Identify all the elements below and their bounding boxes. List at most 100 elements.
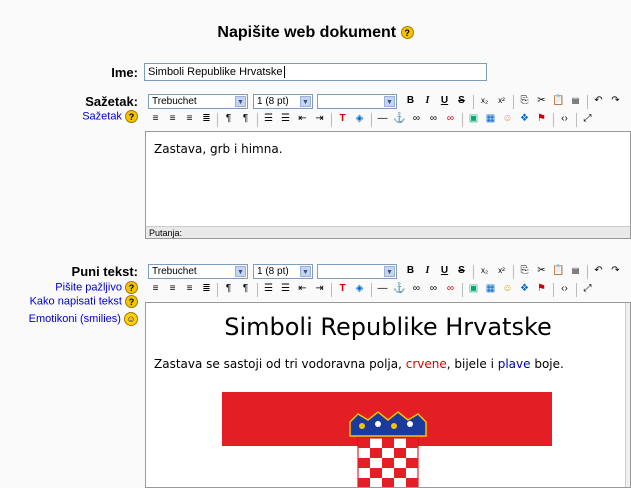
superscript-icon[interactable]: x² — [494, 93, 509, 108]
italic-button[interactable]: I — [420, 93, 435, 108]
align-right-icon[interactable]: ≡ — [182, 281, 197, 296]
align-right-icon[interactable]: ≡ — [182, 111, 197, 126]
redo-icon[interactable]: ↷ — [608, 93, 623, 108]
strike-button[interactable]: S — [454, 93, 469, 108]
clean-word-icon[interactable]: ▤ — [568, 263, 583, 278]
special-char-icon[interactable]: ❖ — [517, 281, 532, 296]
align-center-icon[interactable]: ≡ — [165, 281, 180, 296]
underline-button[interactable]: U — [437, 93, 452, 108]
ordered-list-icon[interactable]: ☰ — [261, 111, 276, 126]
unlink-icon[interactable]: ∞ — [426, 111, 441, 126]
summary-help-link[interactable]: Sažetak ? — [20, 110, 138, 123]
table-icon[interactable]: ▦ — [483, 281, 498, 296]
link-icon[interactable]: ∞ — [409, 281, 424, 296]
special-char-icon[interactable]: ❖ — [517, 111, 532, 126]
copy-icon[interactable]: ⎘ — [517, 93, 532, 108]
toolbar-separator — [331, 283, 332, 297]
fulltext-editor[interactable]: Simboli Republike Hrvatske Zastava se sa… — [145, 302, 631, 488]
fullscreen-icon[interactable]: ⤢ — [580, 111, 595, 126]
ordered-list-icon[interactable]: ☰ — [261, 281, 276, 296]
font-select[interactable]: Trebuchet ▼ — [148, 94, 248, 109]
strike-button[interactable]: S — [454, 263, 469, 278]
horizontal-rule-icon[interactable]: — — [375, 111, 390, 126]
bold-button[interactable]: B — [403, 263, 418, 278]
clean-word-icon[interactable]: ▤ — [568, 93, 583, 108]
redo-icon[interactable]: ↷ — [608, 263, 623, 278]
toolbar-separator — [587, 265, 588, 279]
help-link-smilies[interactable]: Emotikoni (smilies) ☺ — [0, 312, 138, 326]
dropdown-arrow-icon: ▼ — [235, 266, 246, 277]
image-icon[interactable]: ▣ — [466, 111, 481, 126]
table-icon[interactable]: ▦ — [483, 111, 498, 126]
fullscreen-icon[interactable]: ⤢ — [580, 281, 595, 296]
image-icon[interactable]: ▣ — [466, 281, 481, 296]
help-icon[interactable]: ? — [400, 26, 414, 40]
search-replace-icon[interactable]: ⚑ — [534, 111, 549, 126]
cut-icon[interactable]: ✂ — [534, 93, 549, 108]
cut-icon[interactable]: ✂ — [534, 263, 549, 278]
help-link-howto[interactable]: Kako napisati tekst ? — [0, 295, 138, 308]
justify-icon[interactable]: ≣ — [199, 111, 214, 126]
toolbar-separator — [217, 113, 218, 127]
copy-icon[interactable]: ⎘ — [517, 263, 532, 278]
summary-editor[interactable]: Zastava, grb i himna. — [145, 131, 631, 227]
size-select[interactable]: 1 (8 pt) ▼ — [253, 94, 313, 109]
background-color-icon[interactable]: ◈ — [352, 281, 367, 296]
text-color-icon[interactable]: T — [335, 281, 350, 296]
align-center-icon[interactable]: ≡ — [165, 111, 180, 126]
bold-button[interactable]: B — [403, 93, 418, 108]
background-color-icon[interactable]: ◈ — [352, 111, 367, 126]
outdent-icon[interactable]: ⇤ — [295, 111, 310, 126]
subscript-icon[interactable]: x₂ — [477, 93, 492, 108]
paste-icon[interactable]: 📋 — [551, 263, 566, 278]
horizontal-rule-icon[interactable]: — — [375, 281, 390, 296]
insert-smiley-icon[interactable]: ☺ — [500, 111, 515, 126]
superscript-icon[interactable]: x² — [494, 263, 509, 278]
nolink-icon[interactable]: ∞ — [443, 111, 458, 126]
underline-button[interactable]: U — [437, 263, 452, 278]
ltr-icon[interactable]: ¶ — [221, 281, 236, 296]
help-icon[interactable]: ? — [125, 281, 138, 294]
smiley-icon[interactable]: ☺ — [124, 312, 138, 326]
help-link-careful[interactable]: Pišite pažljivo ? — [0, 281, 138, 294]
nolink-icon[interactable]: ∞ — [443, 281, 458, 296]
justify-icon[interactable]: ≣ — [199, 281, 214, 296]
search-replace-icon[interactable]: ⚑ — [534, 281, 549, 296]
format-select[interactable]: ▼ — [317, 94, 397, 109]
unordered-list-icon[interactable]: ☰ — [278, 111, 293, 126]
name-input[interactable]: Simboli Republike Hrvatske — [144, 63, 487, 81]
align-left-icon[interactable]: ≡ — [148, 281, 163, 296]
toolbar-separator — [257, 113, 258, 127]
help-icon[interactable]: ? — [125, 110, 138, 123]
editor-scrollbar[interactable] — [625, 303, 630, 487]
toolbar-separator — [257, 283, 258, 297]
ltr-icon[interactable]: ¶ — [221, 111, 236, 126]
font-select[interactable]: Trebuchet ▼ — [148, 264, 248, 279]
indent-icon[interactable]: ⇥ — [312, 111, 327, 126]
unordered-list-icon[interactable]: ☰ — [278, 281, 293, 296]
dropdown-arrow-icon: ▼ — [235, 96, 246, 107]
insert-smiley-icon[interactable]: ☺ — [500, 281, 515, 296]
anchor-icon[interactable]: ⚓ — [392, 281, 407, 296]
undo-icon[interactable]: ↶ — [591, 263, 606, 278]
link-icon[interactable]: ∞ — [409, 111, 424, 126]
source-code-icon[interactable]: ‹› — [557, 111, 572, 126]
help-icon[interactable]: ? — [125, 295, 138, 308]
subscript-icon[interactable]: x₂ — [477, 263, 492, 278]
toolbar-separator — [217, 283, 218, 297]
source-code-icon[interactable]: ‹› — [557, 281, 572, 296]
coat-of-arms-shield — [357, 437, 419, 487]
undo-icon[interactable]: ↶ — [591, 93, 606, 108]
align-left-icon[interactable]: ≡ — [148, 111, 163, 126]
rtl-icon[interactable]: ¶ — [238, 281, 253, 296]
indent-icon[interactable]: ⇥ — [312, 281, 327, 296]
anchor-icon[interactable]: ⚓ — [392, 111, 407, 126]
outdent-icon[interactable]: ⇤ — [295, 281, 310, 296]
italic-button[interactable]: I — [420, 263, 435, 278]
format-select[interactable]: ▼ — [317, 264, 397, 279]
text-color-icon[interactable]: T — [335, 111, 350, 126]
rtl-icon[interactable]: ¶ — [238, 111, 253, 126]
unlink-icon[interactable]: ∞ — [426, 281, 441, 296]
paste-icon[interactable]: 📋 — [551, 93, 566, 108]
size-select[interactable]: 1 (8 pt) ▼ — [253, 264, 313, 279]
